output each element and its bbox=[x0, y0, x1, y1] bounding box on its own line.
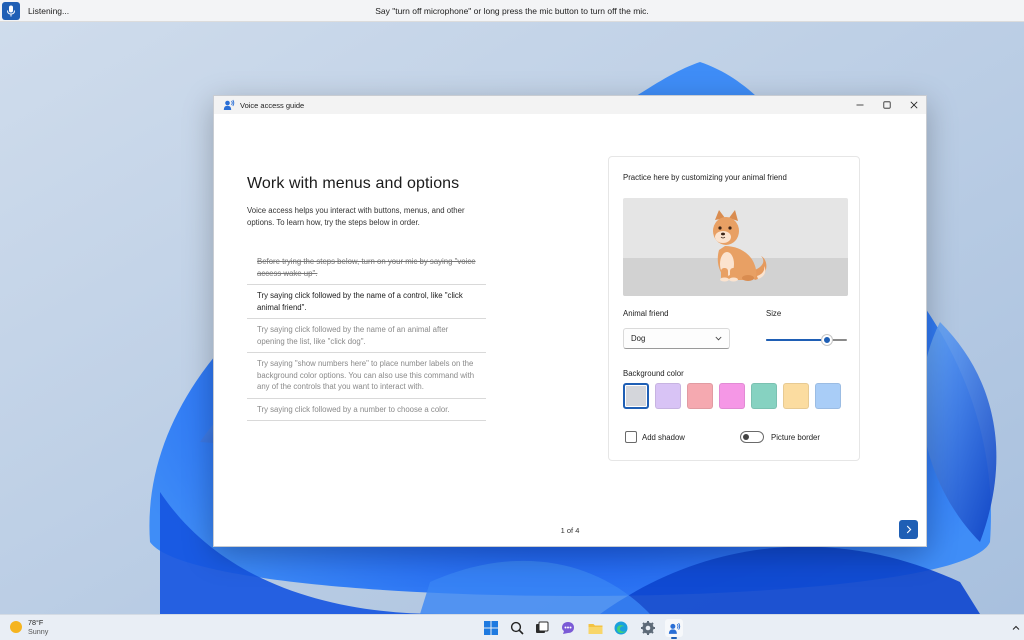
color-swatch[interactable] bbox=[655, 383, 681, 409]
color-swatch[interactable] bbox=[623, 383, 649, 409]
color-swatch[interactable] bbox=[719, 383, 745, 409]
window-title-bar[interactable]: Voice access guide bbox=[214, 96, 926, 114]
chevron-up-icon[interactable] bbox=[1011, 623, 1021, 633]
background-color-options bbox=[623, 383, 841, 409]
color-swatch[interactable] bbox=[815, 383, 841, 409]
step-item: Try saying click followed by the name of… bbox=[247, 319, 486, 353]
step-item: Try saying "show numbers here" to place … bbox=[247, 353, 486, 399]
maximize-button[interactable] bbox=[873, 96, 901, 114]
toggle-knob bbox=[743, 434, 749, 440]
minimize-icon bbox=[856, 104, 864, 106]
lesson-intro: Voice access helps you interact with but… bbox=[247, 206, 465, 227]
file-explorer-icon bbox=[588, 623, 602, 634]
voice-access-bar: Listening... Say "turn off microphone" o… bbox=[0, 0, 1024, 22]
window-title: Voice access guide bbox=[240, 100, 305, 110]
weather-temperature: 78°F bbox=[28, 618, 44, 627]
task-view-button[interactable] bbox=[533, 619, 551, 637]
page-indicator: 1 of 4 bbox=[560, 526, 580, 535]
color-swatch[interactable] bbox=[687, 383, 713, 409]
mic-button[interactable] bbox=[2, 1, 20, 20]
chevron-right-icon bbox=[906, 525, 911, 534]
step-item: Before trying the steps below, turn on y… bbox=[247, 251, 486, 285]
animal-friend-dropdown[interactable]: Dog bbox=[623, 328, 730, 349]
sun-icon bbox=[10, 621, 22, 633]
task-view-icon bbox=[536, 621, 549, 633]
chat-button[interactable] bbox=[559, 619, 577, 637]
next-button[interactable] bbox=[899, 520, 918, 539]
size-label: Size bbox=[766, 309, 782, 318]
microphone-icon bbox=[7, 5, 15, 16]
picture-border-toggle[interactable] bbox=[740, 431, 764, 443]
minimize-button[interactable] bbox=[846, 96, 874, 114]
maximize-icon bbox=[883, 101, 891, 109]
add-shadow-option[interactable]: Add shadow bbox=[625, 431, 685, 443]
weather-widget[interactable]: 78°F Sunny bbox=[9, 618, 48, 636]
windows-start-icon bbox=[484, 621, 498, 635]
edge-icon bbox=[614, 621, 628, 635]
close-icon bbox=[910, 101, 918, 109]
picture-border-label: Picture border bbox=[771, 432, 820, 442]
slider-fill bbox=[766, 339, 827, 341]
step-item: Try saying click followed by a number to… bbox=[247, 399, 486, 421]
slider-thumb[interactable] bbox=[821, 335, 832, 345]
add-shadow-checkbox[interactable] bbox=[625, 431, 637, 443]
dog-illustration bbox=[713, 210, 767, 282]
picture-border-option[interactable]: Picture border bbox=[740, 431, 820, 443]
taskbar-search-button[interactable] bbox=[508, 619, 526, 637]
close-button[interactable] bbox=[900, 96, 928, 114]
start-button[interactable] bbox=[482, 619, 500, 637]
listening-status: Listening... bbox=[28, 5, 70, 16]
practice-title: Practice here by customizing your animal… bbox=[623, 173, 787, 182]
steps-list: Before trying the steps below, turn on y… bbox=[247, 251, 486, 421]
voice-access-icon bbox=[223, 99, 235, 110]
chat-icon bbox=[562, 622, 574, 634]
settings-icon bbox=[641, 621, 655, 635]
voice-access-guide-window: Voice access guide Work with menus and o… bbox=[213, 95, 927, 547]
color-swatch[interactable] bbox=[751, 383, 777, 409]
chevron-down-icon bbox=[715, 336, 722, 341]
step-item: Try saying click followed by the name of… bbox=[247, 285, 486, 319]
edge-browser-button[interactable] bbox=[612, 619, 630, 637]
size-slider[interactable] bbox=[766, 335, 847, 345]
weather-condition: Sunny bbox=[28, 627, 49, 636]
add-shadow-label: Add shadow bbox=[642, 432, 685, 442]
voice-hint-text: Say "turn off microphone" or long press … bbox=[375, 6, 649, 16]
settings-button[interactable] bbox=[639, 619, 657, 637]
animal-friend-value: Dog bbox=[631, 334, 646, 343]
taskbar: 78°F Sunny bbox=[0, 614, 1024, 640]
color-swatch[interactable] bbox=[783, 383, 809, 409]
voice-access-icon bbox=[668, 622, 680, 634]
animal-preview bbox=[623, 198, 848, 296]
background-color-label: Background color bbox=[623, 369, 684, 378]
lesson-title: Work with menus and options bbox=[247, 175, 460, 192]
practice-panel: Practice here by customizing your animal… bbox=[608, 156, 860, 461]
search-icon bbox=[510, 621, 524, 635]
file-explorer-button[interactable] bbox=[586, 619, 604, 637]
voice-access-taskbar-button[interactable] bbox=[665, 619, 683, 639]
animal-friend-label: Animal friend bbox=[623, 309, 669, 318]
